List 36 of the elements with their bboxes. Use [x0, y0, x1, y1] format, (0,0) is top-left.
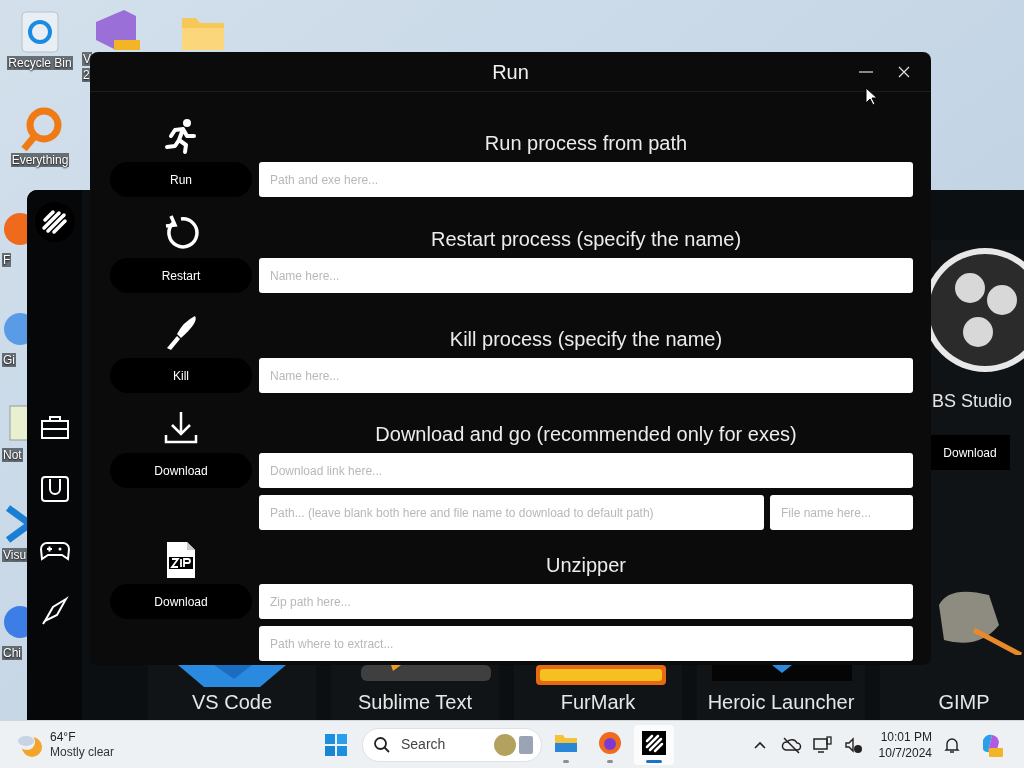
input-field[interactable]: Download link here...	[259, 453, 913, 488]
action-button[interactable]: Download	[110, 584, 252, 619]
app-name: Heroic Launcher	[707, 690, 855, 714]
icon-label: Visu	[2, 548, 28, 562]
app-name: BS Studio	[932, 390, 1013, 413]
action-button[interactable]: Kill	[110, 358, 252, 393]
input-field[interactable]: Name here...	[259, 258, 913, 293]
action-button[interactable]: Restart	[110, 258, 252, 293]
download-button[interactable]: Download	[930, 435, 1010, 470]
section-heading: Kill process (specify the name)	[449, 327, 723, 352]
app-name: VS Code	[191, 690, 273, 714]
icon-label: Gi	[2, 353, 16, 367]
temperature-text: 64°F	[50, 729, 77, 745]
input-field[interactable]: Zip path here...	[259, 584, 913, 619]
action-button[interactable]: Download	[110, 453, 252, 488]
search-field[interactable]: Search	[362, 727, 542, 762]
section-heading: Run process from path	[484, 131, 688, 156]
icon-label: F	[2, 253, 12, 267]
app-name: GIMP	[938, 690, 990, 714]
action-button[interactable]: Run	[110, 162, 252, 197]
section-heading: Restart process (specify the name)	[430, 227, 742, 252]
icon-label: Everything	[10, 153, 70, 167]
input-field[interactable]: Path... (leave blank both here and file name to download to default path)	[259, 495, 764, 530]
clock[interactable]: 10:01 PM 10/7/2024	[878, 728, 932, 761]
app-name: Sublime Text	[357, 690, 473, 714]
window-title: Run	[492, 59, 529, 85]
app-name: FurMark	[560, 690, 636, 714]
icon-label: Recycle Bin	[7, 56, 73, 70]
section-heading: Unzipper	[545, 553, 626, 578]
input-field[interactable]: File name here...	[770, 495, 913, 530]
input-field[interactable]: Path where to extract...	[259, 626, 913, 661]
weather-text: Mostly clear	[50, 744, 114, 760]
input-field[interactable]: Path and exe here...	[259, 162, 913, 197]
icon-label: Chi	[2, 646, 22, 660]
input-field[interactable]: Name here...	[259, 358, 913, 393]
section-heading: Download and go (recommended only for exes)	[375, 422, 797, 447]
